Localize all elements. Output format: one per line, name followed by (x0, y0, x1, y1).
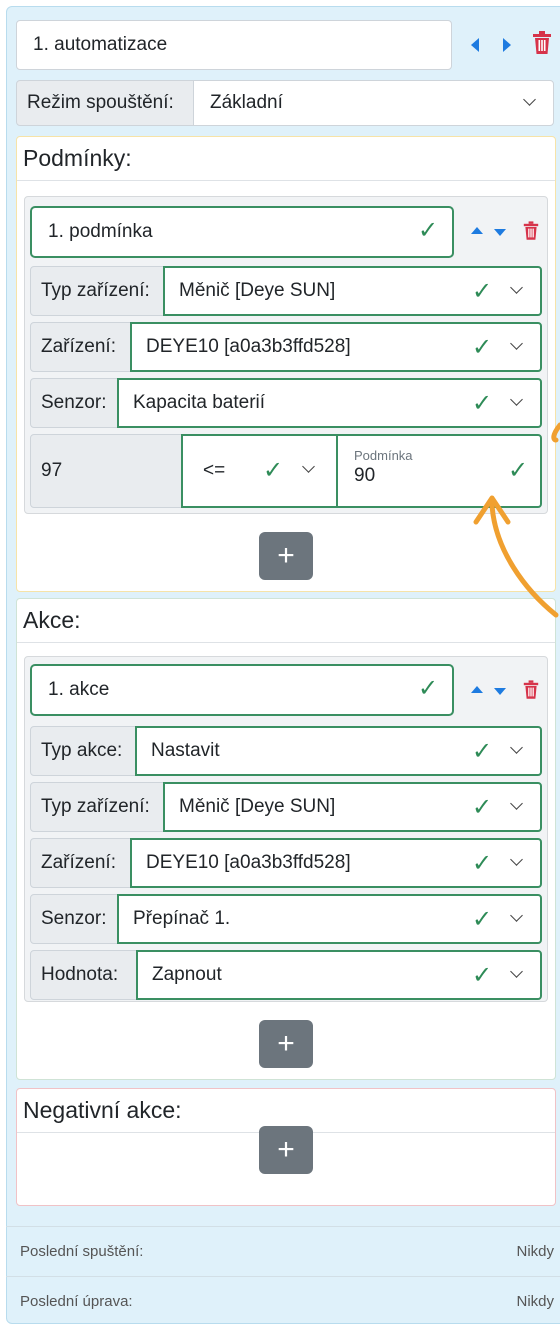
condition-operator-value: <= (203, 460, 226, 481)
action-name-text: 1. akce (48, 679, 110, 700)
condition-device-value: DEYE10 [a0a3b3ffd528] (146, 336, 351, 357)
action-value-label: Hodnota: (30, 950, 137, 1000)
condition-sensor-label-text: Senzor: (41, 392, 107, 413)
check-icon: ✓ (472, 962, 493, 989)
mode-select[interactable]: Základní (193, 80, 554, 126)
condition-device-label: Zařízení: (30, 322, 131, 372)
action-name-input[interactable]: 1. akce (30, 664, 454, 716)
check-icon: ✓ (472, 334, 493, 361)
trash-icon[interactable] (532, 31, 552, 55)
curved-arrow-annotation (473, 422, 560, 618)
action-device-value: DEYE10 [a0a3b3ffd528] (146, 852, 351, 873)
condition-name-input[interactable]: 1. podmínka (30, 206, 454, 258)
check-icon: ✓ (472, 850, 493, 877)
arrow-up-icon[interactable] (471, 686, 483, 693)
action-type-label: Typ akce: (30, 726, 136, 776)
action-sensor-label: Senzor: (30, 894, 118, 944)
plus-icon: + (277, 539, 295, 572)
mode-select-value: Základní (210, 92, 283, 113)
plus-icon: + (277, 1027, 295, 1060)
condition-operator-select[interactable]: <= (181, 434, 338, 508)
condition-current-value: 97 (30, 434, 182, 508)
action-device-type-label: Typ zařízení: (30, 782, 164, 832)
trash-icon[interactable] (523, 221, 539, 241)
check-icon: ✓ (263, 457, 284, 484)
move-right-icon[interactable] (503, 38, 511, 52)
last-edit-row: Poslední úprava: Nikdy (6, 1276, 560, 1326)
move-left-icon[interactable] (471, 38, 479, 52)
action-type-label-text: Typ akce: (41, 740, 123, 761)
condition-sensor-value: Kapacita baterií (133, 392, 266, 413)
last-edit-value: Nikdy (516, 1293, 554, 1310)
condition-name-text: 1. podmínka (48, 221, 153, 242)
check-icon: ✓ (472, 278, 493, 305)
arrow-down-icon[interactable] (494, 688, 506, 695)
automation-name-text: 1. automatizace (33, 34, 168, 55)
arrow-up-icon[interactable] (471, 227, 483, 234)
check-icon: ✓ (472, 906, 493, 933)
check-icon: ✓ (472, 794, 493, 821)
add-condition-button[interactable]: + (259, 532, 313, 580)
mode-label-text: Režim spouštění: (27, 92, 174, 113)
action-device-type-label-text: Typ zařízení: (41, 796, 150, 817)
plus-icon: + (277, 1133, 295, 1166)
automation-name-input[interactable]: 1. automatizace (16, 20, 452, 70)
condition-device-type-label: Typ zařízení: (30, 266, 164, 316)
last-run-row: Poslední spuštění: Nikdy (6, 1226, 560, 1276)
mode-label: Režim spouštění: (16, 80, 194, 126)
check-icon: ✓ (418, 217, 439, 244)
action-sensor-value: Přepínač 1. (133, 908, 231, 929)
action-value-label-text: Hodnota: (41, 964, 119, 985)
last-run-label: Poslední spuštění: (20, 1243, 144, 1260)
conditions-title: Podmínky: (17, 137, 555, 181)
condition-device-label-text: Zařízení: (41, 336, 116, 357)
action-sensor-label-text: Senzor: (41, 908, 107, 929)
condition-current-value-text: 97 (41, 460, 63, 481)
condition-device-type-value: Měnič [Deye SUN] (179, 280, 336, 301)
last-run-value: Nikdy (516, 1243, 554, 1260)
arrow-down-icon[interactable] (494, 229, 506, 236)
action-device-label-text: Zařízení: (41, 852, 116, 873)
condition-device-type-label-text: Typ zařízení: (41, 280, 150, 301)
action-type-value: Nastavit (151, 740, 220, 761)
add-negative-action-button[interactable]: + (259, 1126, 313, 1174)
action-value-value: Zapnout (152, 964, 222, 985)
check-icon: ✓ (418, 675, 439, 702)
action-device-type-value: Měnič [Deye SUN] (179, 796, 336, 817)
condition-sensor-label: Senzor: (30, 378, 118, 428)
last-edit-label: Poslední úprava: (20, 1293, 133, 1310)
add-action-button[interactable]: + (259, 1020, 313, 1068)
action-device-label: Zařízení: (30, 838, 131, 888)
trash-icon[interactable] (523, 680, 539, 700)
check-icon: ✓ (472, 738, 493, 765)
